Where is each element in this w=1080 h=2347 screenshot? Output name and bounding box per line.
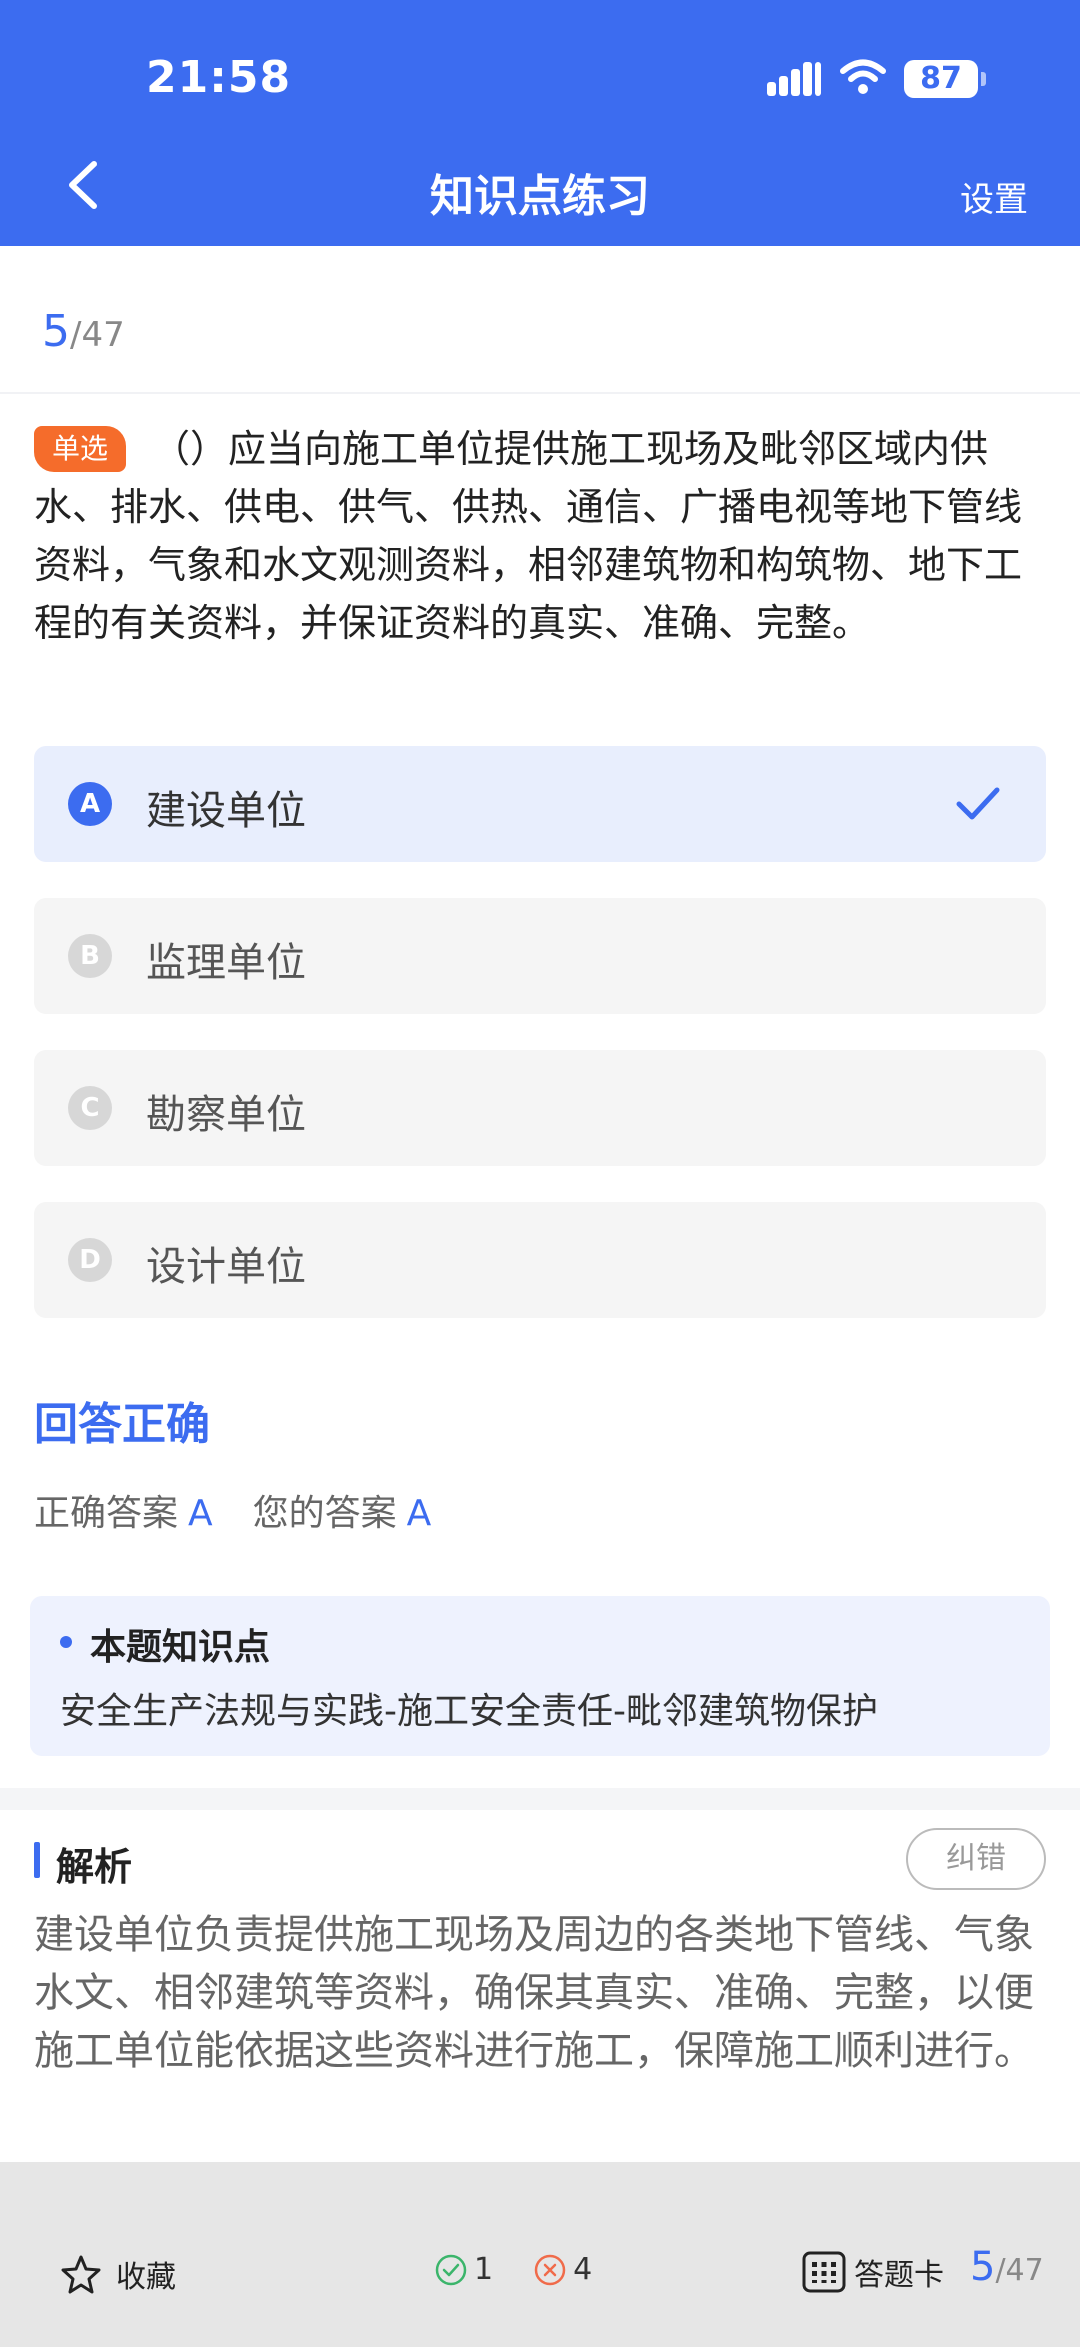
bottom-progress-total: /47 (995, 2253, 1044, 2288)
your-answer-label: 您的答案 (252, 1493, 397, 1534)
wrong-circle-icon (534, 2254, 566, 2285)
status-time: 21:58 (146, 52, 292, 103)
correct-circle-icon (435, 2254, 467, 2285)
grid-icon (802, 2251, 846, 2293)
star-icon (61, 2255, 101, 2294)
analysis-title: 解析 (56, 1845, 133, 1889)
correct-count: 1 (434, 2252, 493, 2287)
knowledge-point-box: 本题知识点 安全生产法规与实践-施工安全责任-毗邻建筑物保护 (30, 1596, 1050, 1756)
analysis-text: 建设单位负责提供施工现场及周边的各类地下管线、气象水文、相邻建筑等资料，确保其真… (34, 1912, 1034, 2074)
knowledge-point-text: 安全生产法规与实践-施工安全责任-毗邻建筑物保护 (60, 1691, 878, 1732)
your-answer-value: A (406, 1493, 432, 1534)
battery-indicator: 87 (904, 60, 986, 98)
option-label: 监理单位 (146, 940, 306, 986)
bullet-dot-icon (60, 1636, 72, 1648)
answer-card-label: 答题卡 (854, 2258, 944, 2293)
check-icon (956, 787, 1000, 820)
wrong-count: 4 (533, 2252, 592, 2287)
question-stem: 单选 （）应当向施工单位提供施工现场及毗邻区域内供水、排水、供电、供气、供热、通信… (34, 420, 1046, 652)
option-letter: B (68, 934, 112, 978)
favorite-button[interactable]: 收藏 (60, 2252, 176, 2296)
divider (0, 392, 1080, 394)
progress-current: 5 (42, 306, 70, 357)
option-label: 建设单位 (146, 788, 306, 834)
favorite-label: 收藏 (116, 2260, 176, 2295)
option-letter: C (68, 1086, 112, 1130)
cellular-signal-icon (767, 60, 823, 96)
app-header: 21:58 87 知识点练习 设置 (0, 0, 1080, 246)
wifi-icon (840, 59, 886, 94)
section-marker (34, 1842, 40, 1878)
option-d[interactable]: D 设计单位 (34, 1202, 1046, 1318)
knowledge-point-title: 本题知识点 (90, 1627, 271, 1668)
bottom-progress: 5/47 (970, 2244, 1044, 2290)
option-b[interactable]: B 监理单位 (34, 898, 1046, 1014)
option-letter: A (68, 782, 112, 826)
settings-button[interactable]: 设置 (960, 172, 1028, 221)
option-a[interactable]: A 建设单位 (34, 746, 1046, 862)
answer-card-button[interactable]: 答题卡 (802, 2250, 944, 2294)
answer-summary: 正确答案 A 您的答案 A (34, 1484, 471, 1536)
question-type-badge: 单选 (34, 426, 127, 472)
option-label: 设计单位 (146, 1244, 306, 1290)
correct-answer-value: A (188, 1493, 213, 1534)
option-c[interactable]: C 勘察单位 (34, 1050, 1046, 1166)
correct-answer-label: 正确答案 (34, 1493, 179, 1534)
option-label: 勘察单位 (146, 1092, 306, 1138)
correct-count-value: 1 (474, 2252, 494, 2287)
bottom-progress-current: 5 (970, 2244, 996, 2290)
result-title: 回答正确 (34, 1399, 210, 1450)
page-title: 知识点练习 (430, 171, 650, 222)
question-text: （）应当向施工单位提供施工现场及毗邻区域内供水、排水、供电、供气、供热、通信、广… (34, 427, 1023, 645)
question-progress: 5/47 (42, 306, 125, 357)
report-error-button[interactable]: 纠错 (906, 1828, 1046, 1890)
wrong-count-value: 4 (573, 2252, 593, 2287)
answer-stats: 1 4 (434, 2252, 632, 2287)
section-divider (0, 1788, 1080, 1810)
progress-total: /47 (70, 315, 125, 355)
option-letter: D (68, 1238, 112, 1282)
bottom-toolbar: 收藏 1 4 答题卡 5/47 (0, 2162, 1080, 2347)
